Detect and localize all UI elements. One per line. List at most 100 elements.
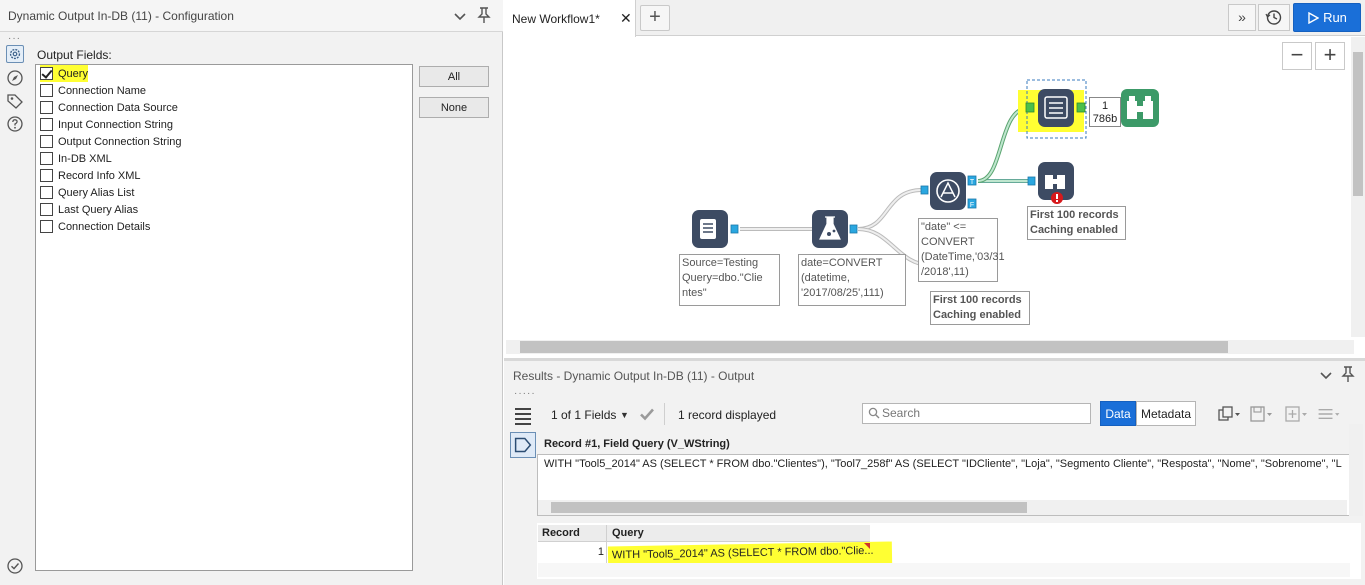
save-icon[interactable] xyxy=(1248,404,1274,424)
formula-in-db-node[interactable] xyxy=(812,210,858,248)
copy-icon[interactable] xyxy=(1216,404,1242,424)
help-icon[interactable] xyxy=(6,115,24,133)
search-icon xyxy=(868,407,880,419)
record-header-text: Record #1, Field Query (V_WString) xyxy=(544,438,730,450)
truncation-marker xyxy=(864,543,870,549)
value-horizontal-scroll-thumb[interactable] xyxy=(551,502,1027,513)
checkbox[interactable] xyxy=(40,203,53,216)
record-count-badge: 1 786b xyxy=(1089,97,1121,127)
formula-annotation: date=CONVERT (datetime, '2017/08/25',111… xyxy=(798,254,906,306)
select-none-button[interactable]: None xyxy=(419,97,489,118)
field-label: Input Connection String xyxy=(58,118,173,131)
check-circle-icon[interactable] xyxy=(6,557,24,575)
checkbox[interactable] xyxy=(40,67,53,80)
pin-icon[interactable] xyxy=(476,6,492,24)
field-item-in-db-xml[interactable]: In-DB XML xyxy=(40,150,112,167)
field-item-record-info-xml[interactable]: Record Info XML xyxy=(40,167,141,184)
records-displayed-text: 1 record displayed xyxy=(678,408,777,422)
gear-icon[interactable] xyxy=(6,45,24,63)
grid-header xyxy=(538,525,870,542)
drag-handle[interactable]: ··· xyxy=(8,33,21,44)
grid-horizontal-scrollbar[interactable] xyxy=(538,563,1350,577)
run-button[interactable]: Run xyxy=(1293,3,1361,32)
canvas-horizontal-scroll-thumb[interactable] xyxy=(520,341,1228,353)
output-fields-list: Query Connection Name Connection Data So… xyxy=(35,64,413,571)
browse-in-db-node[interactable] xyxy=(1027,162,1074,204)
checkbox[interactable] xyxy=(40,84,53,97)
connect-in-db-node[interactable] xyxy=(692,210,739,248)
menu-icon[interactable] xyxy=(1316,404,1342,424)
field-item-query-alias-list[interactable]: Query Alias List xyxy=(40,184,134,201)
results-title: Results - Dynamic Output In-DB (11) - Ou… xyxy=(513,369,755,383)
field-item-last-query-alias[interactable]: Last Query Alias xyxy=(40,201,138,218)
field-label: Last Query Alias xyxy=(58,203,139,216)
drag-handle[interactable]: ····· xyxy=(514,388,536,399)
field-item-connection-details[interactable]: Connection Details xyxy=(40,218,150,235)
field-label: Query xyxy=(58,67,88,80)
history-icon xyxy=(1265,10,1282,25)
dynamic-output-in-db-node[interactable] xyxy=(1018,79,1087,139)
data-view-button[interactable]: Data xyxy=(1100,401,1136,426)
filter-true-label: T xyxy=(970,179,975,186)
checkbox[interactable] xyxy=(40,186,53,199)
pin-icon[interactable] xyxy=(1340,365,1356,383)
field-label: Record Info XML xyxy=(58,169,141,182)
checkbox[interactable] xyxy=(40,169,53,182)
tab-label: New Workflow1* xyxy=(512,12,600,26)
field-label: Connection Details xyxy=(58,220,151,233)
checkbox[interactable] xyxy=(40,101,53,114)
field-item-connection-data-source[interactable]: Connection Data Source xyxy=(40,99,178,116)
add-column-icon[interactable] xyxy=(1283,404,1309,424)
filter-in-db-node[interactable]: T F xyxy=(920,172,977,210)
workflow-diagram: T F xyxy=(692,79,1159,267)
field-label: Connection Data Source xyxy=(58,101,178,114)
record-value-text[interactable]: WITH "Tool5_2014" AS (SELECT * FROM dbo.… xyxy=(544,458,1358,470)
browse-in-db-annotation-2: First 100 records Caching enabled xyxy=(930,291,1030,325)
browse-in-db-annotation: First 100 records Caching enabled xyxy=(1027,206,1126,240)
connect-in-db-annotation: Source=Testing Query=dbo."Clie ntes" xyxy=(679,254,780,306)
field-label: In-DB XML xyxy=(58,152,112,165)
field-label: Connection Name xyxy=(58,84,147,97)
metadata-view-button[interactable]: Metadata xyxy=(1136,401,1196,426)
field-item-input-connection-string[interactable]: Input Connection String xyxy=(40,116,173,133)
more-options-button[interactable]: » xyxy=(1228,4,1256,31)
chevron-down-icon[interactable] xyxy=(1318,367,1334,383)
search-input[interactable] xyxy=(882,404,1087,422)
compass-icon[interactable] xyxy=(6,69,24,87)
field-label: Output Connection String xyxy=(58,135,182,148)
browse-node[interactable] xyxy=(1121,89,1159,127)
table-view-icon[interactable] xyxy=(512,405,534,427)
tag-icon[interactable] xyxy=(6,92,24,110)
canvas-vertical-scroll-thumb[interactable] xyxy=(1353,52,1363,196)
checkbox[interactable] xyxy=(40,118,53,131)
close-icon[interactable]: ✕ xyxy=(620,10,632,27)
fields-dropdown[interactable]: 1 of 1 Fields xyxy=(551,408,616,422)
column-header-query[interactable]: Query xyxy=(612,527,644,539)
checkbox[interactable] xyxy=(40,135,53,148)
field-item-output-connection-string[interactable]: Output Connection String xyxy=(40,133,182,150)
chevron-down-icon[interactable] xyxy=(452,8,468,24)
column-divider xyxy=(606,525,607,564)
run-label: Run xyxy=(1323,10,1347,25)
add-tab-button[interactable]: + xyxy=(640,5,670,31)
history-button[interactable] xyxy=(1258,4,1290,31)
apply-check-icon[interactable] xyxy=(638,405,656,423)
toolbar-divider xyxy=(664,403,665,425)
checkbox[interactable] xyxy=(40,220,53,233)
results-vertical-scrollbar[interactable] xyxy=(1349,424,1363,516)
select-all-button[interactable]: All xyxy=(419,66,489,87)
record-view-icon[interactable] xyxy=(510,432,536,458)
checkbox[interactable] xyxy=(40,152,53,165)
output-fields-label: Output Fields: xyxy=(37,48,112,62)
filter-annotation: "date" <= CONVERT (DateTime,'03/31 /2018… xyxy=(918,218,1005,282)
column-header-record[interactable]: Record xyxy=(542,527,580,539)
row-record-number: 1 xyxy=(597,546,604,558)
configuration-title: Dynamic Output In-DB (11) - Configuratio… xyxy=(8,9,234,23)
record-size: 786b xyxy=(1092,113,1118,125)
field-item-query[interactable]: Query xyxy=(40,65,88,82)
record-count: 1 xyxy=(1101,100,1109,112)
field-item-connection-name[interactable]: Connection Name xyxy=(40,82,146,99)
filter-false-label: F xyxy=(970,202,974,209)
play-icon xyxy=(1308,11,1320,24)
chevron-down-icon[interactable]: ▼ xyxy=(620,410,629,420)
